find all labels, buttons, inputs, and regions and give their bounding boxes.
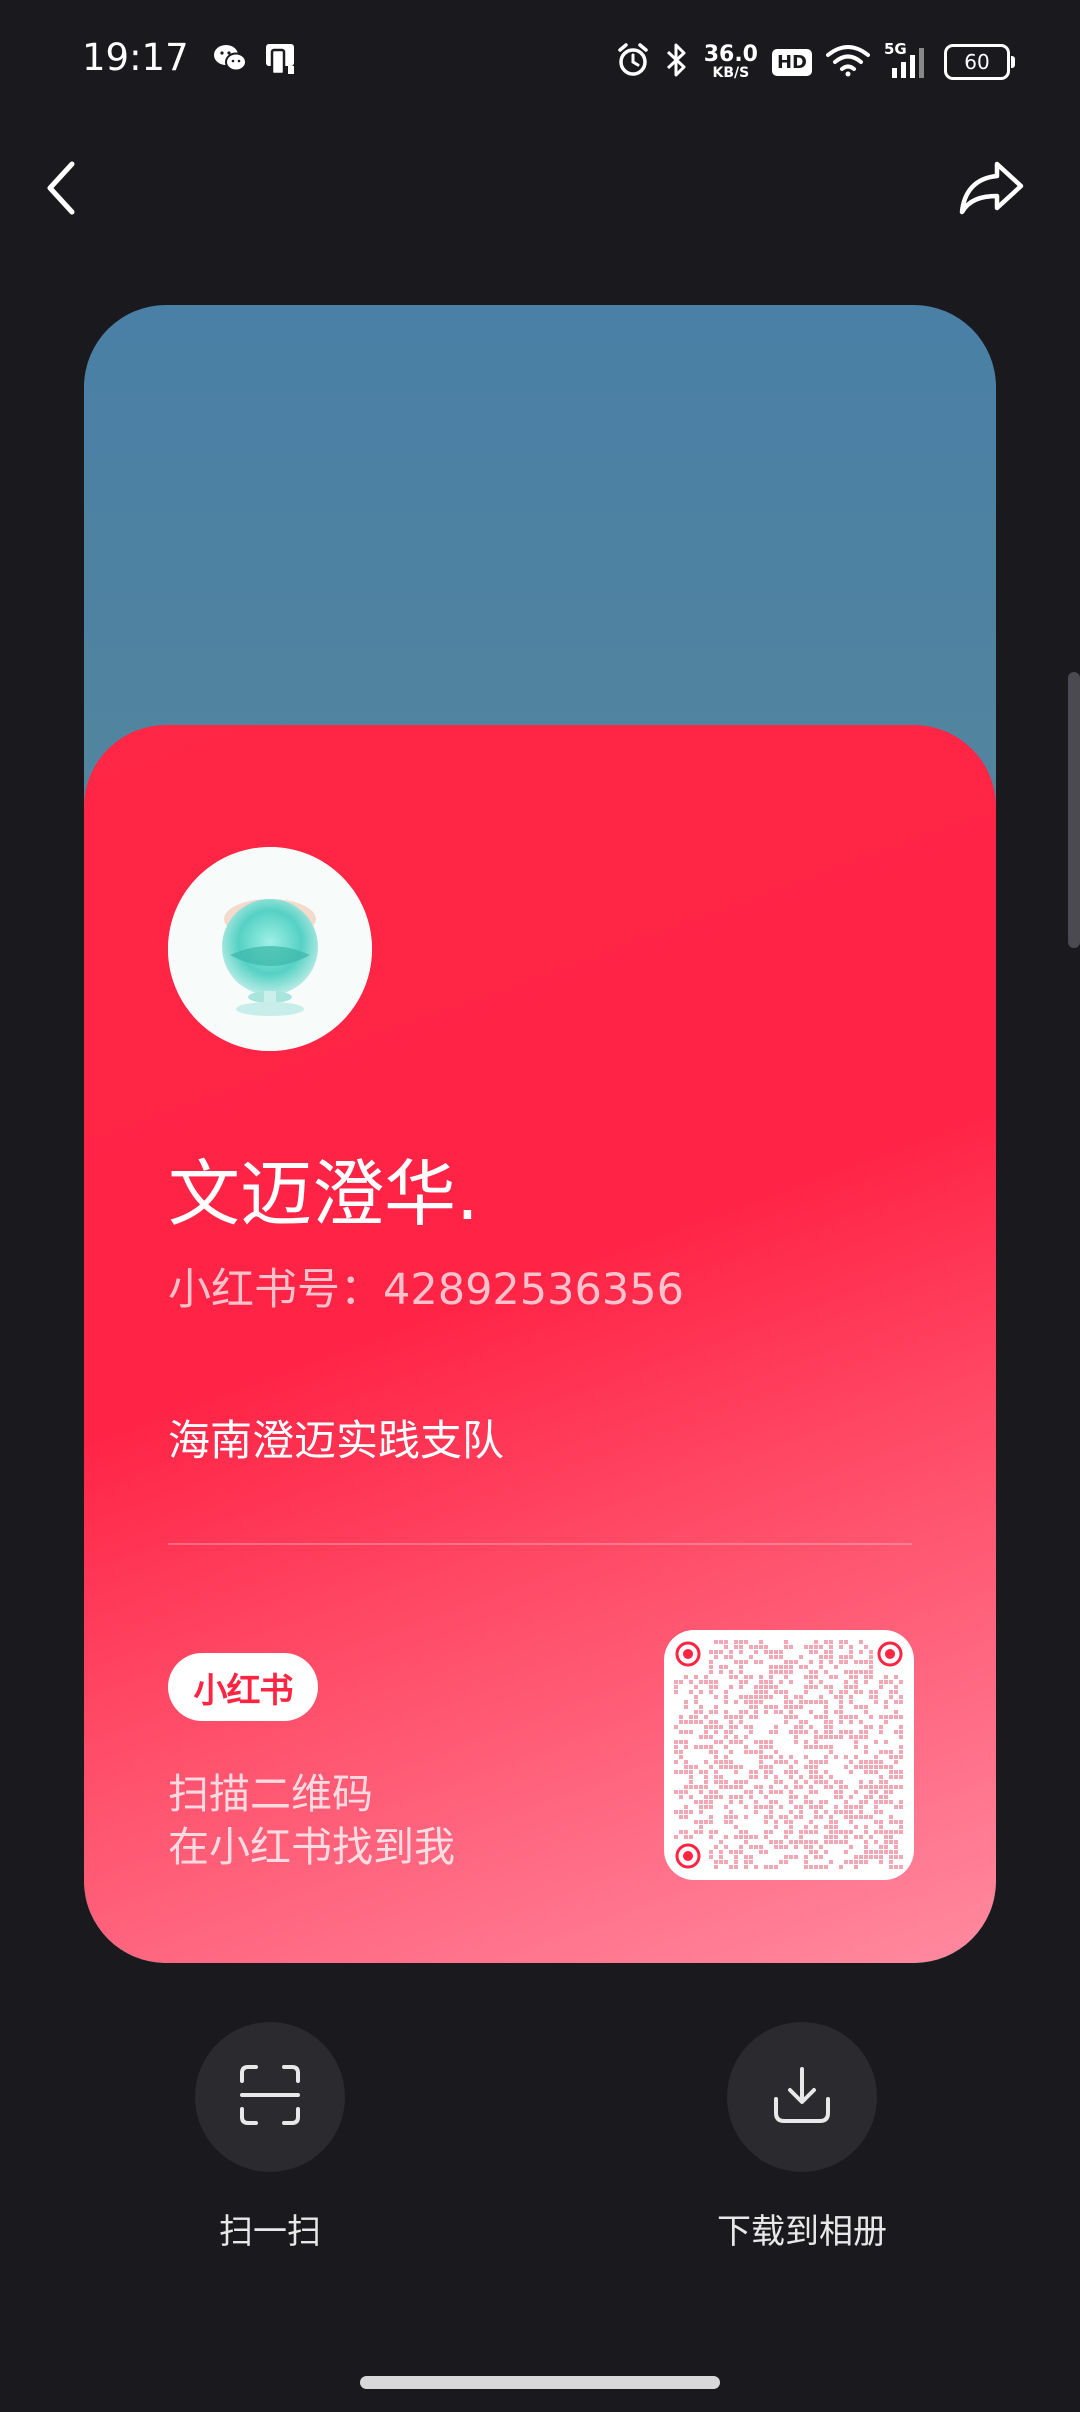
battery-level: 60 (964, 50, 990, 74)
hd-badge: HD (771, 48, 812, 76)
wifi-icon (826, 43, 870, 81)
qr-modules (674, 1640, 903, 1869)
profile-card: 文迈澄华. 小红书号：42892536356 海南澄迈实践支队 小红书 扫描二维… (84, 305, 996, 1963)
share-button[interactable] (952, 150, 1032, 230)
download-button[interactable] (727, 2022, 877, 2172)
network-speed-value: 36.0 (703, 42, 758, 67)
status-icons: 36.0 KB/S HD 5G 60 (616, 38, 1015, 86)
qr-code[interactable] (664, 1630, 914, 1880)
share-arrow-icon (957, 158, 1027, 222)
nickname: 文迈澄华. (168, 1152, 479, 1236)
status-time: 19:17 (82, 36, 189, 79)
scan-frame-icon (238, 2063, 302, 2131)
qr-finder-top-left (675, 1641, 701, 1667)
download-tray-icon (770, 2063, 834, 2131)
alarm-icon (616, 42, 650, 82)
qr-finder-top-right (877, 1641, 903, 1667)
network-speed: 36.0 KB/S (703, 42, 758, 81)
qr-code-pattern (674, 1640, 903, 1869)
scrollbar[interactable] (1068, 672, 1080, 948)
bio: 海南澄迈实践支队 (168, 1416, 505, 1465)
scan-button[interactable] (195, 2022, 345, 2172)
scan-hint-line2: 在小红书找到我 (168, 1823, 455, 1871)
download-label[interactable]: 下载到相册 (702, 2204, 902, 2253)
divider (168, 1543, 912, 1545)
bluetooth-icon (664, 42, 690, 82)
scan-hint-line1: 扫描二维码 (168, 1770, 373, 1818)
user-id[interactable]: 小红书号：42892536356 (168, 1255, 684, 1317)
chevron-left-icon (38, 158, 82, 222)
scan-label[interactable]: 扫一扫 (195, 2204, 345, 2253)
back-button[interactable] (20, 150, 100, 230)
profile-card-body: 文迈澄华. 小红书号：42892536356 海南澄迈实践支队 小红书 扫描二维… (84, 725, 996, 1963)
avatar-image (168, 847, 372, 1051)
battery-indicator: 60 (944, 44, 1015, 80)
home-indicator[interactable] (360, 2376, 720, 2389)
status-bar: 19:17 36.0 KB/S HD 5G 60 (0, 0, 1080, 120)
wechat-icon (212, 42, 248, 78)
xiaohongshu-logo: 小红书 (168, 1653, 318, 1721)
network-speed-unit: KB/S (712, 65, 750, 81)
device-icon (262, 42, 298, 80)
cellular-signal-icon: 5G (884, 40, 930, 80)
qr-finder-bottom-left (675, 1843, 701, 1869)
avatar (168, 847, 372, 1051)
